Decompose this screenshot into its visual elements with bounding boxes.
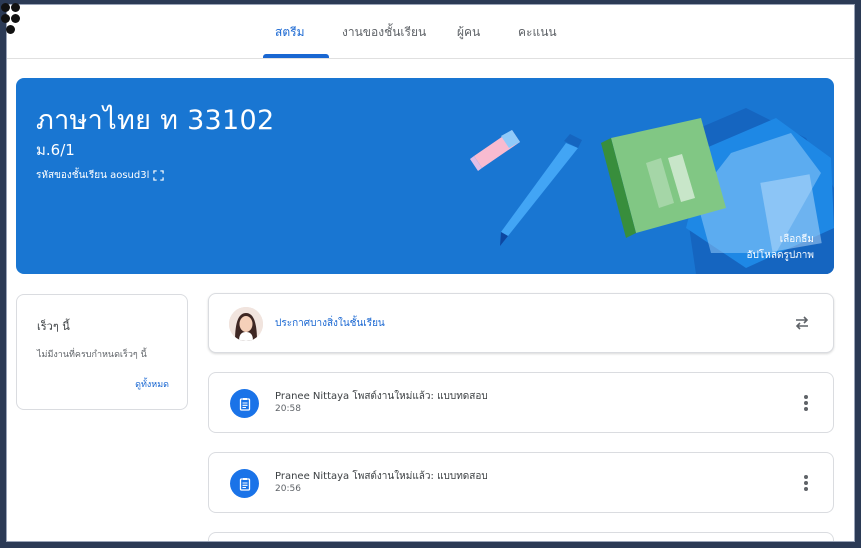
- assignment-icon: [230, 469, 259, 498]
- tab-stream[interactable]: สตรีม: [275, 23, 304, 42]
- upcoming-card: เร็วๆ นี้ ไม่มีงานที่ครบกำหนดเร็วๆ นี้ ด…: [16, 294, 188, 410]
- post-title[interactable]: Pranee Nittaya โพสต์งานใหม่แล้ว: แบบทดสอ…: [275, 469, 488, 484]
- tab-grades[interactable]: คะแนน: [518, 23, 557, 42]
- select-theme-link[interactable]: เลือกธีม: [747, 232, 814, 248]
- tab-people[interactable]: ผู้คน: [457, 23, 480, 42]
- upcoming-empty-text: ไม่มีงานที่ครบกำหนดเร็วๆ นี้: [37, 350, 147, 360]
- fullscreen-icon[interactable]: [153, 170, 165, 181]
- active-tab-indicator: [263, 54, 329, 58]
- more-options-icon[interactable]: [803, 395, 809, 413]
- class-section: ม.6/1: [36, 141, 75, 159]
- stream-post[interactable]: Pranee Nittaya โพสต์งานใหม่แล้ว: แบบทดสอ…: [208, 452, 834, 513]
- class-code: รหัสของชั้นเรียน aosud3l: [36, 170, 150, 181]
- upcoming-title: เร็วๆ นี้: [37, 320, 70, 333]
- banner-actions: เลือกธีม อัปโหลดรูปภาพ: [747, 232, 814, 264]
- corner-dots-decoration: [0, 0, 22, 34]
- assignment-icon: [230, 389, 259, 418]
- post-time: 20:56: [275, 484, 301, 494]
- stream-post[interactable]: Pranee Nittaya โพสต์งานใหม่แล้ว: แบบทดสอ…: [208, 372, 834, 433]
- post-title[interactable]: Pranee Nittaya โพสต์งานใหม่แล้ว: แบบทดสอ…: [275, 389, 488, 404]
- avatar: [229, 307, 263, 341]
- post-time: 20:58: [275, 404, 301, 414]
- stream-post[interactable]: [208, 532, 834, 548]
- announce-input[interactable]: ประกาศบางสิ่งในชั้นเรียน: [275, 316, 385, 331]
- class-title[interactable]: ภาษาไทย ท 33102: [36, 98, 274, 141]
- more-options-icon[interactable]: [803, 475, 809, 493]
- tab-classwork[interactable]: งานของชั้นเรียน: [342, 23, 426, 42]
- class-banner: ภาษาไทย ท 33102 ม.6/1 รหัสของชั้นเรียน a…: [16, 78, 834, 274]
- top-nav: สตรีม งานของชั้นเรียน ผู้คน คะแนน: [7, 5, 854, 59]
- class-code-row: รหัสของชั้นเรียน aosud3l: [36, 168, 165, 183]
- view-all-link[interactable]: ดูทั้งหมด: [135, 377, 169, 391]
- upload-photo-link[interactable]: อัปโหลดรูปภาพ: [747, 248, 814, 264]
- repost-icon[interactable]: [791, 312, 813, 334]
- announce-box[interactable]: ประกาศบางสิ่งในชั้นเรียน: [208, 293, 834, 353]
